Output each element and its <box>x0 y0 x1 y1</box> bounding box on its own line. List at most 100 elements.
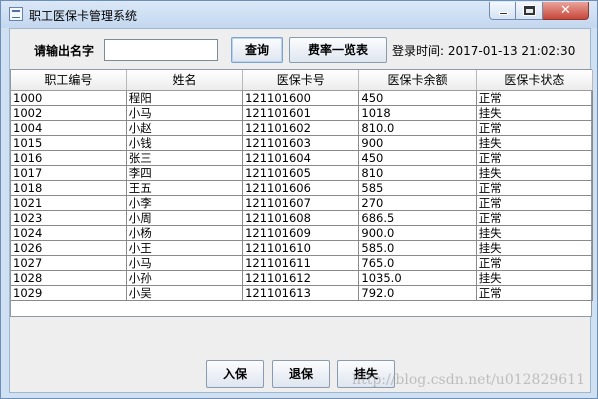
table-cell: 小钱 <box>126 135 244 151</box>
column-header[interactable]: 医保卡号 <box>242 70 360 91</box>
table-row[interactable]: 1004 小赵 121101602 810.0 正常 <box>11 120 594 136</box>
table-cell: 121101609 <box>242 225 360 241</box>
table-cell: 正常 <box>476 255 594 271</box>
table-cell: 121101600 <box>242 90 360 106</box>
table-cell: 1015 <box>11 135 127 151</box>
table-cell: 450 <box>358 90 477 106</box>
column-header[interactable]: 医保卡余额 <box>358 70 477 91</box>
table-cell: 挂失 <box>476 105 594 121</box>
table-cell: 小杨 <box>126 225 244 241</box>
table-cell: 1029 <box>11 285 127 301</box>
table-cell: 小李 <box>126 195 244 211</box>
table-cell: 小赵 <box>126 120 244 136</box>
table-cell: 1035.0 <box>358 270 477 286</box>
table-row[interactable]: 1017 李四 121101605 810 挂失 <box>11 165 594 181</box>
table-cell: 正常 <box>476 90 594 106</box>
client-area: 请输出名字 查询 费率一览表 登录时间: 2017-01-13 21:02:30… <box>9 28 594 393</box>
table-cell: 121101611 <box>242 255 360 271</box>
table-cell: 正常 <box>476 285 594 301</box>
table-cell: 810.0 <box>358 120 477 136</box>
table-cell: 1027 <box>11 255 127 271</box>
table-cell: 小孙 <box>126 270 244 286</box>
table-cell: 张三 <box>126 150 244 166</box>
table-cell: 小马 <box>126 105 244 121</box>
table-cell: 李四 <box>126 165 244 181</box>
table-cell: 121101602 <box>242 120 360 136</box>
table-cell: 小马 <box>126 255 244 271</box>
table-row[interactable]: 1024 小杨 121101609 900.0 挂失 <box>11 225 594 241</box>
rates-table-button[interactable]: 费率一览表 <box>289 37 387 63</box>
query-button[interactable]: 查询 <box>231 37 283 63</box>
table-cell: 王五 <box>126 180 244 196</box>
card-table-grid: 职工编号 姓名 医保卡号 医保卡余额 医保卡状态 1000 程阳 121101600 450 正… <box>11 70 594 301</box>
table-cell: 1018 <box>11 180 127 196</box>
table-cell: 挂失 <box>476 270 594 286</box>
withdraw-button[interactable]: 退保 <box>272 360 330 388</box>
table-row[interactable]: 1016 张三 121101604 450 正常 <box>11 150 594 166</box>
table-cell: 121101613 <box>242 285 360 301</box>
table-cell: 1000 <box>11 90 127 106</box>
table-cell: 1018 <box>358 105 477 121</box>
login-time-value: 2017-01-13 21:02:30 <box>447 44 576 58</box>
table-row[interactable]: 1000 程阳 121101600 450 正常 <box>11 90 594 106</box>
maximize-button[interactable] <box>516 2 543 20</box>
table-body: 1000 程阳 121101600 450 正常 1002 小马 121101601 1018 挂… <box>11 90 594 301</box>
table-cell: 1021 <box>11 195 127 211</box>
table-cell: 585 <box>358 180 477 196</box>
table-cell: 1002 <box>11 105 127 121</box>
name-search-input[interactable] <box>104 39 218 61</box>
table-row[interactable]: 1018 王五 121101606 585 正常 <box>11 180 594 196</box>
table-row[interactable]: 1015 小钱 121101603 900 挂失 <box>11 135 594 151</box>
table-cell: 挂失 <box>476 165 594 181</box>
search-toolbar: 请输出名字 查询 费率一览表 登录时间: 2017-01-13 21:02:30 <box>10 29 590 69</box>
table-cell: 900 <box>358 135 477 151</box>
table-row[interactable]: 1002 小马 121101601 1018 挂失 <box>11 105 594 121</box>
table-cell: 正常 <box>476 150 594 166</box>
table-cell: 1004 <box>11 120 127 136</box>
table-cell: 1017 <box>11 165 127 181</box>
table-row[interactable]: 1027 小马 121101611 765.0 正常 <box>11 255 594 271</box>
table-row[interactable]: 1029 小吴 121101613 792.0 正常 <box>11 285 594 301</box>
table-cell: 585.0 <box>358 240 477 256</box>
table-cell: 挂失 <box>476 225 594 241</box>
minimize-button[interactable] <box>489 2 516 20</box>
title-bar[interactable]: 职工医保卡管理系统 ✕ <box>1 1 597 28</box>
table-cell: 挂失 <box>476 135 594 151</box>
watermark: http://blog.csdn.net/u012829611 <box>352 372 585 388</box>
table-row[interactable]: 1021 小李 121101607 270 正常 <box>11 195 594 211</box>
close-icon: ✕ <box>560 3 571 18</box>
window-title: 职工医保卡管理系统 <box>29 9 138 23</box>
column-header[interactable]: 医保卡状态 <box>476 70 594 91</box>
window-controls: ✕ <box>489 2 589 21</box>
table-cell: 121101604 <box>242 150 360 166</box>
login-time-label: 登录时间: <box>392 44 445 58</box>
close-button[interactable]: ✕ <box>543 2 589 20</box>
table-row[interactable]: 1023 小周 121101608 686.5 正常 <box>11 210 594 226</box>
table-cell: 1023 <box>11 210 127 226</box>
table-row[interactable]: 1026 小王 121101610 585.0 挂失 <box>11 240 594 256</box>
card-table[interactable]: 职工编号 姓名 医保卡号 医保卡余额 医保卡状态 1000 程阳 121101600 450 正… <box>10 69 594 317</box>
table-cell: 121101606 <box>242 180 360 196</box>
table-cell: 121101601 <box>242 105 360 121</box>
table-cell: 正常 <box>476 210 594 226</box>
table-cell: 792.0 <box>358 285 477 301</box>
login-time: 登录时间: 2017-01-13 21:02:30 <box>392 42 575 59</box>
table-cell: 1028 <box>11 270 127 286</box>
table-cell: 1016 <box>11 150 127 166</box>
table-cell: 810 <box>358 165 477 181</box>
table-cell: 1024 <box>11 225 127 241</box>
table-cell: 121101610 <box>242 240 360 256</box>
column-header[interactable]: 职工编号 <box>11 70 127 91</box>
table-cell: 900.0 <box>358 225 477 241</box>
table-cell: 小吴 <box>126 285 244 301</box>
table-row[interactable]: 1028 小孙 121101612 1035.0 挂失 <box>11 270 594 286</box>
column-header[interactable]: 姓名 <box>126 70 244 91</box>
table-cell: 正常 <box>476 120 594 136</box>
table-cell: 121101612 <box>242 270 360 286</box>
empty-panel <box>10 317 590 357</box>
table-cell: 686.5 <box>358 210 477 226</box>
table-cell: 正常 <box>476 180 594 196</box>
table-cell: 小王 <box>126 240 244 256</box>
table-cell: 270 <box>358 195 477 211</box>
enroll-button[interactable]: 入保 <box>206 360 264 388</box>
